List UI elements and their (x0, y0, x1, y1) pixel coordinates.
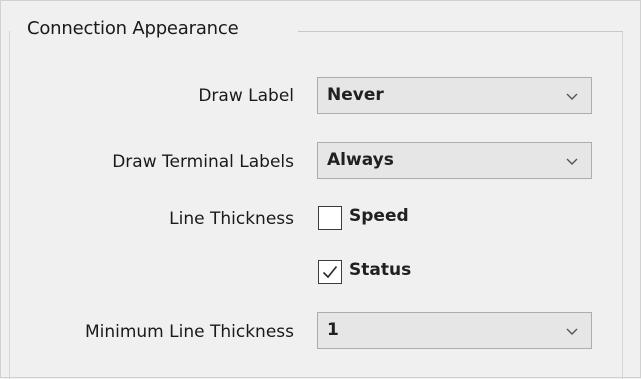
draw-terminal-labels-value: Always (327, 150, 394, 170)
chevron-down-icon (566, 93, 578, 100)
draw-label-select[interactable]: Never (317, 77, 592, 114)
status-checkbox[interactable] (318, 260, 342, 284)
draw-terminal-labels-select[interactable]: Always (317, 142, 592, 179)
chevron-down-icon (566, 328, 578, 335)
group-divider (298, 31, 623, 32)
draw-terminal-labels-label: Draw Terminal Labels (112, 152, 294, 172)
checkmark-icon (322, 265, 338, 279)
minimum-line-thickness-value: 1 (327, 320, 339, 340)
connection-appearance-panel: Connection Appearance Draw Label Never D… (0, 0, 641, 379)
group-border-left (9, 31, 10, 379)
line-thickness-label: Line Thickness (169, 209, 294, 229)
minimum-line-thickness-select[interactable]: 1 (317, 312, 592, 349)
group-border-right (622, 31, 623, 379)
minimum-line-thickness-label: Minimum Line Thickness (84, 322, 294, 342)
chevron-down-icon (566, 158, 578, 165)
speed-checkbox-label[interactable]: Speed (349, 206, 409, 226)
speed-checkbox[interactable] (318, 206, 342, 230)
draw-label-value: Never (327, 85, 384, 105)
status-checkbox-label[interactable]: Status (349, 260, 411, 280)
group-title: Connection Appearance (27, 18, 239, 39)
draw-label-label: Draw Label (198, 86, 294, 106)
